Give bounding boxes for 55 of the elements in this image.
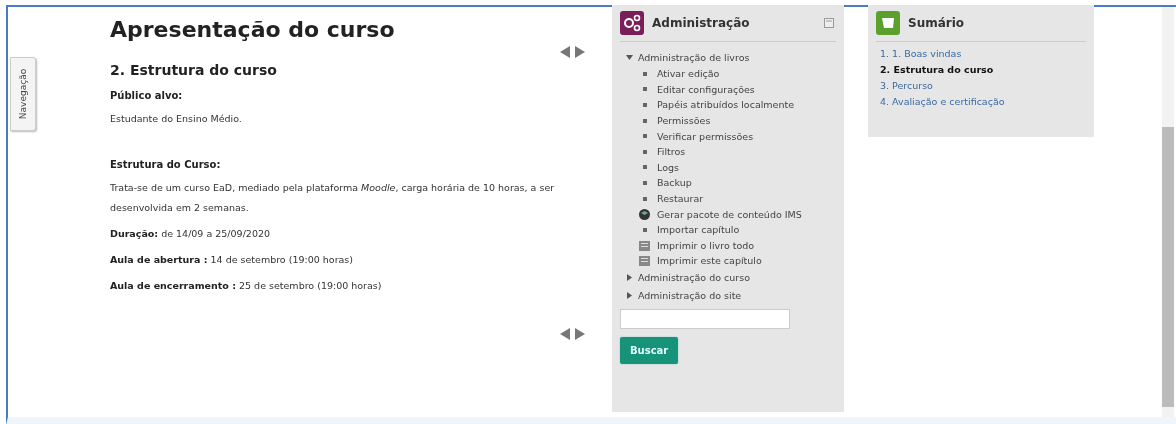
block-title: Sumário (908, 16, 966, 30)
bullet-icon (643, 103, 647, 107)
collapsed-caret-icon (626, 274, 633, 282)
expanded-caret-icon (626, 53, 633, 61)
paragraph-label: Público alvo: (110, 90, 184, 101)
bullet-icon (643, 180, 647, 185)
scrollbar[interactable] (1162, 7, 1174, 417)
tree-item[interactable]: Filtros (640, 143, 836, 160)
tree-item[interactable]: Restaurar (640, 190, 836, 207)
navigation-tab[interactable]: Navegação (10, 57, 36, 131)
tree-item[interactable]: Backup (640, 175, 836, 191)
tree-node[interactable]: Administração do site (626, 286, 836, 305)
paragraph: Trata-se de um curso EaD, mediado pela plataforma Moodle, carga horária de 10 horas, a ser desenvolvida em 2 semanas. (110, 181, 556, 215)
summary-link[interactable]: 2. Estrutura do curso (880, 64, 1082, 75)
search-field[interactable] (620, 308, 790, 329)
page-title: Apresentação do curso (110, 17, 396, 42)
bullet-icon (643, 118, 647, 123)
section-title: 2. Estrutura do curso (110, 62, 278, 78)
paragraph: Duração: de 14/09 a 25/09/2020 (110, 227, 272, 241)
next-arrow-icon[interactable] (575, 328, 585, 340)
bullet-icon (643, 87, 647, 92)
bullet-icon (643, 134, 647, 139)
package-icon (639, 208, 650, 220)
tree-item[interactable]: Ativar edição (640, 66, 836, 82)
collapse-icon[interactable] (824, 18, 834, 28)
summary-link[interactable]: 3. Percurso (880, 80, 1082, 91)
tree-item[interactable]: Importar capítulo (640, 221, 836, 238)
paragraph-label: Estrutura do Curso: (110, 159, 222, 170)
tree-item[interactable]: Logs (640, 159, 836, 176)
collapsed-caret-icon (626, 292, 633, 300)
next-arrow-icon[interactable] (575, 46, 585, 58)
tree-item[interactable]: Verificar permissões (640, 128, 836, 144)
paragraph: Estudante do Ensino Médio. (110, 112, 243, 126)
bullet-icon (643, 227, 647, 232)
gears-icon (620, 11, 644, 35)
tree-node[interactable]: Administração do curso (626, 268, 836, 287)
block-title: Administração (652, 16, 751, 30)
bullet-icon (643, 165, 647, 170)
search-button[interactable]: Buscar (620, 336, 679, 364)
bullet-icon (643, 149, 647, 154)
tree-item[interactable]: Editar configurações (640, 81, 836, 98)
tree-item[interactable]: Permissões (640, 112, 836, 129)
paragraph: Aula de encerramento : 25 de setembro (19:00 horas) (110, 279, 383, 293)
previous-arrow-icon[interactable] (560, 46, 570, 58)
tree-node[interactable]: Administração de livros (626, 48, 836, 66)
tree-item[interactable]: Imprimir o livro todo (640, 237, 836, 254)
tree-item[interactable]: Imprimir este capítulo (640, 253, 836, 269)
summary-link[interactable]: 1. 1. Boas vindas (880, 48, 1082, 59)
summary-link[interactable]: 4. Avaliação e certificação (880, 96, 1082, 107)
previous-arrow-icon[interactable] (560, 328, 570, 340)
bullet-icon (643, 196, 647, 201)
bullet-icon (643, 71, 647, 76)
tree-item[interactable]: Papéis atribuídos localmente (640, 97, 836, 113)
tree-item[interactable]: Gerar pacote de conteúdo IMS (640, 206, 836, 222)
paragraph: Aula de abertura : 14 de setembro (19:00 horas) (110, 253, 355, 267)
